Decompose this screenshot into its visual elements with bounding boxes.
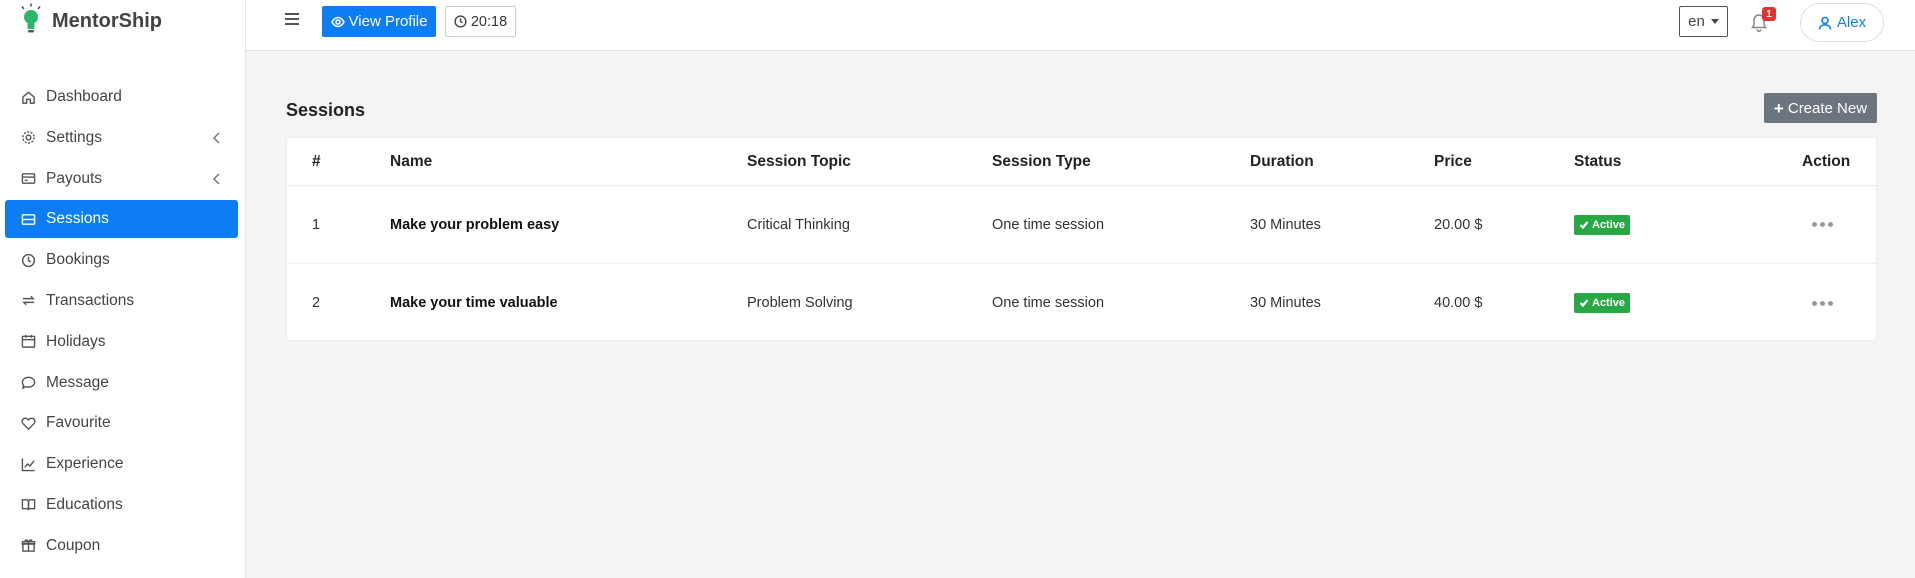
clock-icon [20, 252, 36, 268]
home-icon [20, 89, 36, 105]
sidebar-item-coupon[interactable]: Coupon [5, 527, 238, 565]
row-status: Active [1574, 186, 1631, 263]
sidebar-item-label: Educations [46, 495, 123, 513]
sidebar-item-experience[interactable]: Experience [5, 445, 238, 483]
repeat-icon [20, 293, 36, 309]
header-price: Price [1434, 152, 1472, 170]
row-name: Make your problem easy [390, 216, 560, 233]
sidebar-item-label: Message [46, 373, 109, 391]
chat-icon [20, 375, 36, 391]
brand-name: MentorShip [52, 9, 162, 32]
book-icon [20, 497, 36, 513]
eye-icon [330, 16, 345, 27]
header-topic: Session Topic [747, 152, 851, 170]
user-menu-button[interactable]: Alex [1800, 3, 1884, 42]
view-profile-button[interactable]: View Profile [322, 6, 436, 37]
page-title: Sessions [286, 100, 366, 120]
sidebar-item-message[interactable]: Message [5, 364, 238, 402]
plus-icon: + [1773, 98, 1784, 118]
top-bar: View Profile 20:18 en 1 Alex [246, 0, 1915, 51]
sidebar-item-label: Payouts [46, 169, 103, 187]
sidebar-item-label: Transactions [46, 291, 135, 309]
check-icon [1579, 299, 1589, 308]
calendar-icon [20, 334, 36, 350]
gift-icon [20, 538, 36, 554]
header-status: Status [1574, 152, 1622, 170]
menu-toggle-icon[interactable] [285, 13, 299, 27]
sidebar-nav: Dashboard Settings Payouts Sessions Book… [0, 78, 246, 568]
row-duration: 30 Minutes [1250, 216, 1321, 233]
header-action: Action [1802, 152, 1851, 170]
header-name: Name [390, 152, 433, 170]
row-price: 40.00 $ [1434, 295, 1483, 311]
gear-icon [20, 130, 36, 146]
chart-line-icon [20, 456, 36, 472]
status-badge: Active [1574, 214, 1631, 235]
sidebar-item-label: Favourite [46, 414, 111, 432]
row-type: One time session [992, 216, 1105, 233]
sidebar-item-dashboard[interactable]: Dashboard [5, 78, 238, 116]
sidebar-item-label: Bookings [46, 251, 110, 269]
time-display: 20:18 [445, 6, 516, 37]
sidebar-item-holidays[interactable]: Holidays [5, 323, 238, 361]
more-options-icon[interactable] [1812, 300, 1833, 306]
sidebar-item-payouts[interactable]: Payouts [5, 160, 238, 198]
table-header: # Name Session Topic Session Type Durati… [287, 138, 1876, 186]
language-select[interactable]: en [1679, 6, 1728, 37]
caret-down-icon [1710, 19, 1719, 24]
check-icon [1579, 220, 1589, 229]
brand[interactable]: MentorShip [0, 0, 245, 42]
sidebar-item-label: Coupon [46, 536, 101, 554]
row-name: Make your time valuable [390, 295, 558, 311]
time-value: 20:18 [470, 13, 508, 30]
sidebar-item-label: Holidays [46, 332, 106, 350]
status-badge: Active [1574, 293, 1631, 313]
sidebar-item-favourite[interactable]: Favourite [5, 404, 238, 442]
row-num: 2 [312, 295, 321, 311]
row-action [1802, 186, 1833, 263]
user-icon [1818, 16, 1832, 30]
language-value: en [1688, 13, 1705, 30]
chevron-left-icon [212, 172, 222, 185]
row-duration: 30 Minutes [1250, 295, 1321, 311]
sidebar: MentorShip Dashboard Settings Payouts Se… [0, 0, 246, 578]
clock-icon [454, 15, 467, 28]
chevron-left-icon [212, 131, 222, 144]
notification-badge: 1 [1762, 7, 1776, 21]
create-new-button[interactable]: + Create New [1764, 93, 1877, 123]
lightbulb-logo-icon [18, 3, 44, 39]
status-label: Active [1592, 297, 1626, 309]
row-status: Active [1574, 264, 1631, 342]
create-new-label: Create New [1787, 99, 1868, 117]
sidebar-item-label: Sessions [46, 210, 109, 228]
sidebar-item-label: Settings [46, 128, 103, 146]
row-action [1802, 264, 1833, 342]
sidebar-item-settings[interactable]: Settings [5, 119, 238, 157]
sidebar-item-bookings[interactable]: Bookings [5, 241, 238, 279]
view-profile-label: View Profile [348, 13, 428, 30]
sidebar-item-label: Experience [46, 455, 124, 473]
sessions-icon [20, 211, 36, 227]
sidebar-item-educations[interactable]: Educations [5, 486, 238, 524]
row-num: 1 [312, 216, 321, 233]
row-topic: Critical Thinking [747, 216, 850, 233]
header-duration: Duration [1250, 152, 1314, 170]
status-label: Active [1592, 218, 1626, 231]
header-num: # [312, 152, 321, 170]
sidebar-item-sessions[interactable]: Sessions [5, 200, 238, 239]
card-icon [20, 171, 36, 187]
row-type: One time session [992, 295, 1105, 311]
sidebar-item-transactions[interactable]: Transactions [5, 282, 238, 320]
heart-icon [20, 415, 36, 431]
table-row: 1 Make your problem easy Critical Thinki… [287, 186, 1876, 264]
user-name: Alex [1836, 14, 1867, 31]
header-type: Session Type [992, 152, 1091, 170]
row-price: 20.00 $ [1434, 216, 1483, 233]
table-row: 2 Make your time valuable Problem Solvin… [287, 264, 1876, 342]
more-options-icon[interactable] [1812, 222, 1833, 227]
sidebar-item-label: Dashboard [46, 88, 122, 105]
sessions-table: # Name Session Topic Session Type Durati… [286, 137, 1877, 341]
row-topic: Problem Solving [747, 295, 853, 311]
